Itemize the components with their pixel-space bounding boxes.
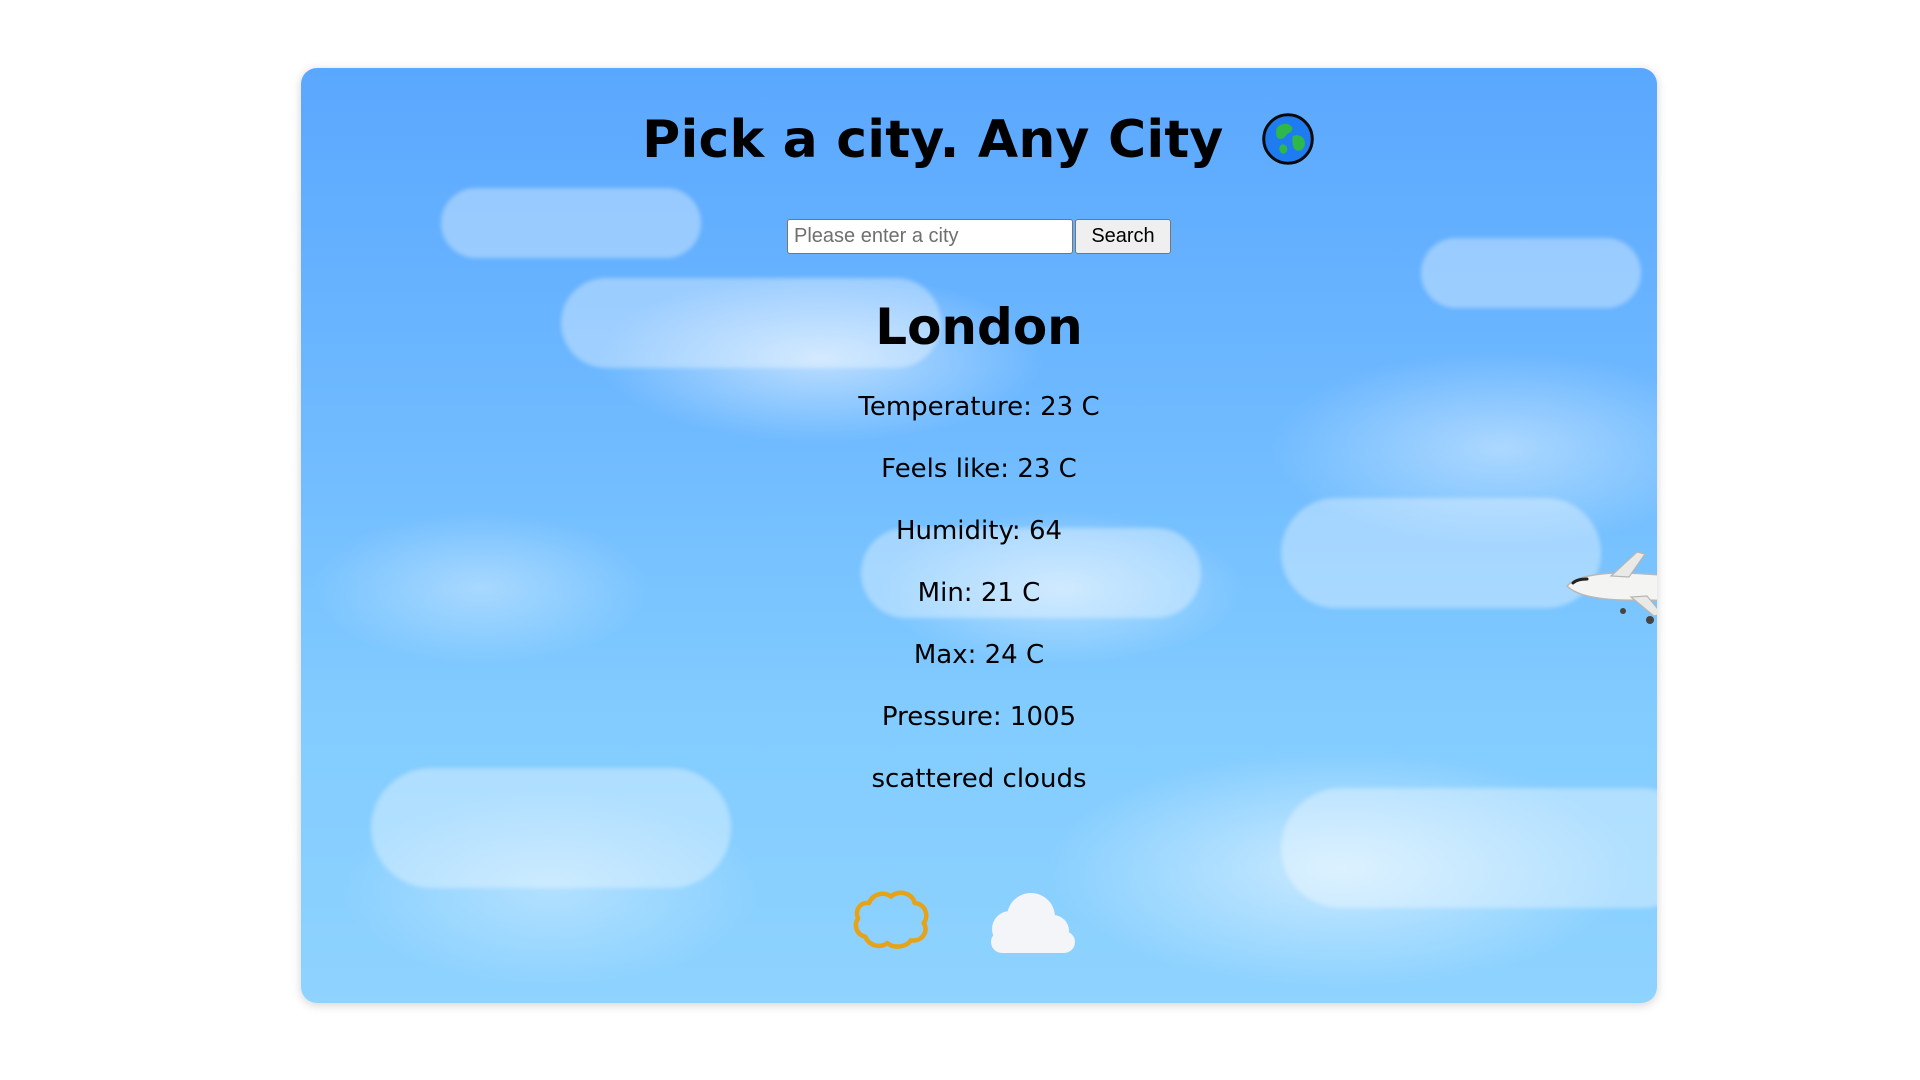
page-title-text: Pick a city. Any City xyxy=(642,110,1224,170)
airplane-icon xyxy=(1565,551,1657,624)
pressure-text: Pressure: 1005 xyxy=(881,702,1077,732)
temperature-text: Temperature: 23 C xyxy=(858,392,1100,422)
globe-icon xyxy=(1262,113,1314,165)
page-title: Pick a city. Any City xyxy=(301,110,1657,170)
cloud-icon xyxy=(991,893,1075,953)
search-bar: Search xyxy=(301,219,1657,254)
humidity-text: Humidity: 64 xyxy=(895,516,1063,546)
city-name: London xyxy=(875,298,1083,356)
min-temperature-text: Min: 21 C xyxy=(917,578,1041,608)
weather-card: Pick a city. Any City Search London Temp… xyxy=(301,68,1657,1003)
weather-description: scattered clouds xyxy=(871,764,1087,794)
weather-icons xyxy=(301,883,1657,963)
search-button[interactable]: Search xyxy=(1075,219,1171,254)
feels-like-text: Feels like: 23 C xyxy=(881,454,1077,484)
cloud-outline-icon xyxy=(853,890,929,949)
city-search-input[interactable] xyxy=(787,219,1073,254)
weather-details: Temperature: 23 C Feels like: 23 C Humid… xyxy=(301,392,1657,830)
max-temperature-text: Max: 24 C xyxy=(913,640,1045,670)
